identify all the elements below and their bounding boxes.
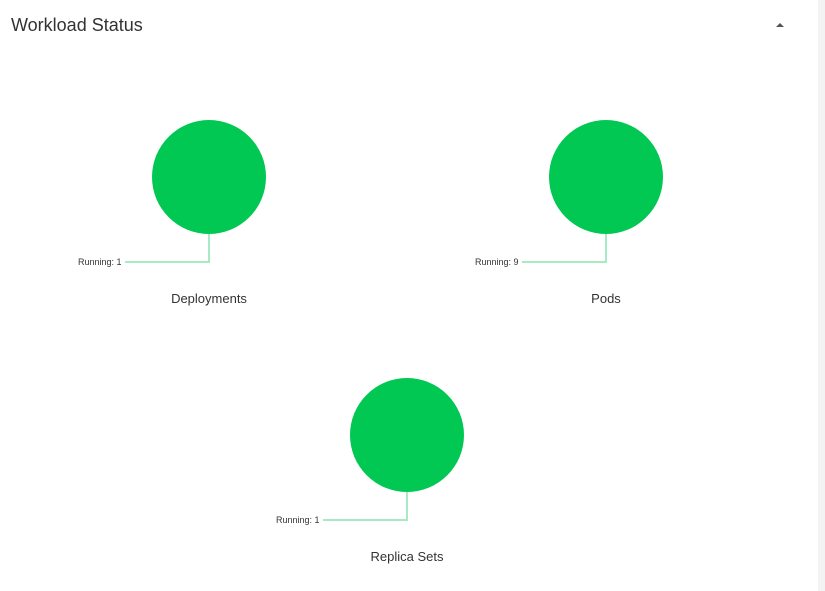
deployments-leader-line <box>125 234 210 263</box>
deployments-chart-name: Deployments <box>171 291 247 306</box>
replica-sets-chart: Running: 1 Replica Sets <box>258 368 558 568</box>
panel-header: Workload Status <box>0 0 818 50</box>
pods-chart: Running: 9 Pods <box>457 110 757 310</box>
replica-sets-status-label: Running: 1 <box>276 515 320 525</box>
replica-sets-chart-svg <box>323 378 464 521</box>
caret-up-icon <box>776 23 784 27</box>
scrollbar-track[interactable] <box>818 0 825 591</box>
collapse-button[interactable] <box>766 14 794 36</box>
deployments-chart: Running: 1 Deployments <box>60 110 360 310</box>
workload-status-panel: Workload Status Running: 1 Deployments R… <box>0 0 818 591</box>
pods-status-label: Running: 9 <box>475 257 519 267</box>
replica-sets-running-slice[interactable] <box>350 378 464 492</box>
deployments-chart-svg <box>125 120 266 263</box>
panel-title: Workload Status <box>11 15 143 35</box>
pods-running-slice[interactable] <box>549 120 663 234</box>
pods-chart-svg <box>522 120 663 263</box>
pods-chart-name: Pods <box>591 291 621 306</box>
replica-sets-chart-name: Replica Sets <box>370 549 444 564</box>
deployments-status-label: Running: 1 <box>78 257 122 267</box>
deployments-running-slice[interactable] <box>152 120 266 234</box>
pods-leader-line <box>522 234 607 263</box>
replica-sets-leader-line <box>323 492 408 521</box>
